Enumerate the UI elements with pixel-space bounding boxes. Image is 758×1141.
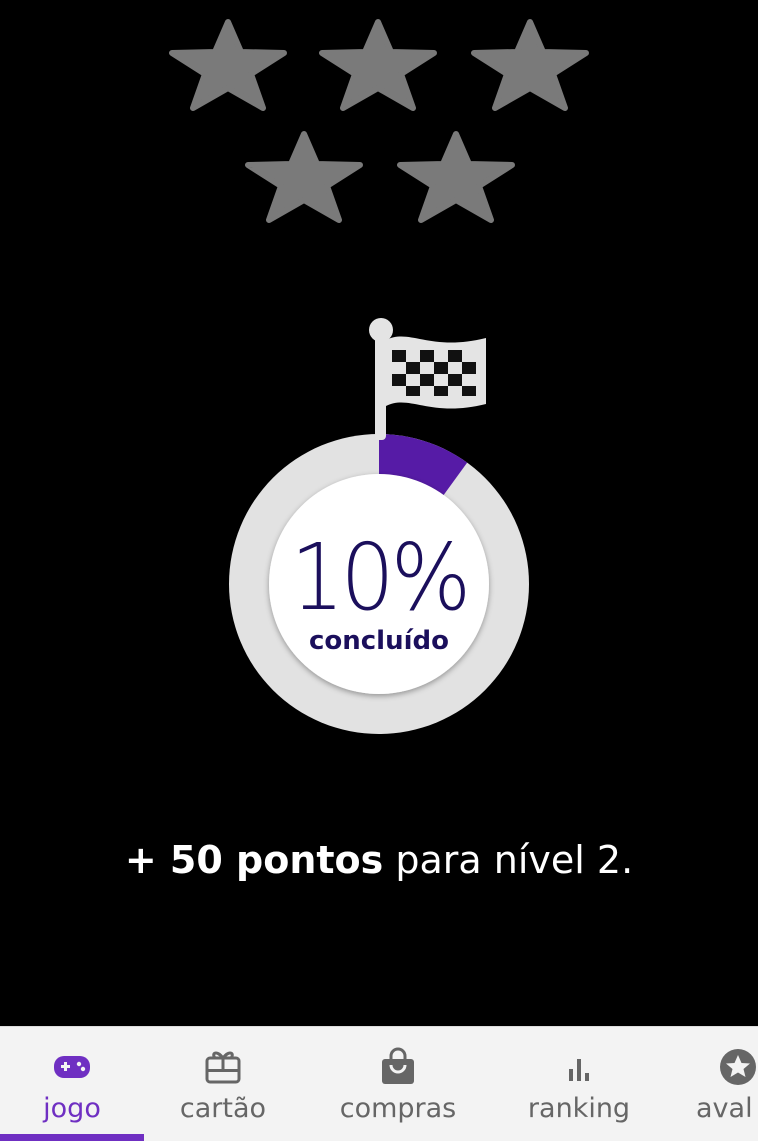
progress-label: concluído [308,626,449,656]
nav-label-aval: aval [696,1093,753,1124]
star-icon [244,130,364,224]
nav-item-aval[interactable]: aval [690,1027,758,1141]
nav-label-jogo: jogo [43,1093,101,1124]
nav-label-compras: compras [339,1093,457,1124]
nav-item-compras[interactable]: compras [320,1027,476,1141]
star-icon [318,18,438,112]
nav-item-cartao[interactable]: cartão [150,1027,296,1141]
nav-item-jogo[interactable]: jogo [0,1027,144,1141]
nav-label-cartao: cartão [179,1093,267,1124]
nav-item-ranking[interactable]: ranking [508,1027,650,1141]
nav-label-ranking: ranking [527,1093,631,1124]
star-circle-icon [718,1047,758,1087]
star-icon [396,130,516,224]
gamepad-icon [52,1047,92,1087]
points-amount: + 50 pontos [124,838,384,882]
points-message: + 50 pontos para nível 2. [0,838,758,882]
star-icon [168,18,288,112]
bottom-navigation: jogo cartão compras ranking aval [0,1026,758,1141]
gift-card-icon [203,1047,243,1087]
shopping-bag-icon [378,1047,418,1087]
points-target: para nível 2. [383,838,634,882]
star-icon [470,18,590,112]
stars-rating [0,0,758,240]
bar-chart-icon [559,1047,599,1087]
progress-percent: 10% [290,524,471,631]
checkered-flag-icon [369,318,486,440]
